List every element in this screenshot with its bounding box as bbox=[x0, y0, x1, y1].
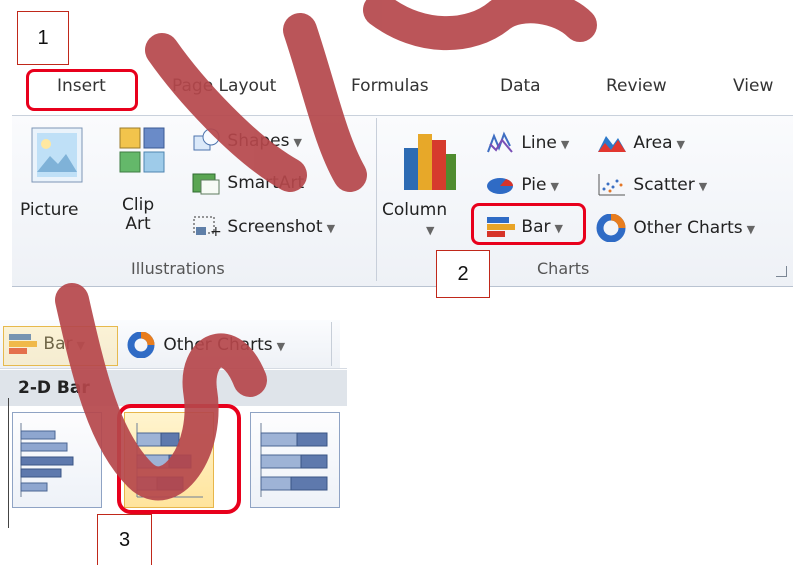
tab-view[interactable]: View bbox=[733, 76, 773, 96]
shapes-label: Shapes bbox=[227, 131, 290, 151]
tab-page-layout[interactable]: Page Layout bbox=[172, 76, 276, 96]
screenshot-icon: + bbox=[193, 216, 222, 240]
dropdown-other-charts-label: Other Charts bbox=[163, 335, 273, 355]
picture-icon bbox=[31, 127, 83, 183]
chevron-down-icon: ▼ bbox=[676, 138, 685, 151]
doughnut-chart-icon bbox=[127, 331, 155, 359]
pie-label: Pie bbox=[521, 175, 547, 195]
tab-formulas[interactable]: Formulas bbox=[351, 76, 429, 96]
percent-stacked-bar-option[interactable] bbox=[250, 412, 340, 508]
smartart-button[interactable]: SmartArt bbox=[192, 170, 304, 196]
other-charts-button[interactable]: Other Charts ▼ bbox=[596, 213, 756, 243]
line-button[interactable]: Line ▼ bbox=[486, 130, 569, 156]
picture-label: Picture bbox=[20, 200, 79, 220]
charts-group-label: Charts bbox=[537, 259, 590, 278]
chevron-down-icon: ▼ bbox=[426, 224, 435, 237]
clustered-bar-icon bbox=[20, 423, 74, 497]
tab-data[interactable]: Data bbox=[500, 76, 541, 96]
other-charts-label: Other Charts bbox=[633, 218, 743, 238]
chevron-down-icon: ▼ bbox=[554, 222, 563, 235]
smartart-icon bbox=[192, 173, 220, 195]
svg-text:+: + bbox=[210, 224, 222, 240]
gallery-section-title: 2-D Bar bbox=[18, 378, 90, 398]
clip-art-label-line2: Art bbox=[125, 214, 151, 234]
step-2-label: 2 bbox=[436, 250, 490, 298]
chevron-down-icon: ▼ bbox=[326, 222, 336, 235]
dialog-launcher-icon[interactable] bbox=[776, 266, 787, 277]
clip-art-icon bbox=[119, 127, 165, 173]
area-label: Area bbox=[633, 133, 673, 153]
screenshot-button[interactable]: + Screenshot ▼ bbox=[192, 214, 335, 240]
chevron-down-icon: ▼ bbox=[698, 180, 708, 193]
chevron-down-icon: ▼ bbox=[560, 138, 570, 151]
scatter-label: Scatter bbox=[633, 175, 695, 195]
clip-art-label: Clip Art bbox=[122, 196, 154, 234]
chevron-down-icon: ▼ bbox=[746, 223, 756, 236]
group-separator bbox=[376, 118, 377, 281]
column-chart-icon bbox=[404, 134, 456, 190]
smartart-label: SmartArt bbox=[227, 173, 305, 193]
clustered-bar-option[interactable] bbox=[12, 412, 102, 508]
insert-tab-highlight bbox=[26, 69, 138, 111]
illustrations-group-label: Illustrations bbox=[131, 259, 225, 278]
clip-art-label-line1: Clip bbox=[122, 195, 155, 215]
watermark-stroke-4 bbox=[363, 0, 597, 51]
step-3-label: 3 bbox=[97, 514, 152, 565]
scatter-chart-icon bbox=[598, 174, 625, 196]
area-button[interactable]: Area ▼ bbox=[596, 130, 685, 156]
area-chart-icon bbox=[598, 136, 626, 152]
scatter-button[interactable]: Scatter ▼ bbox=[596, 172, 707, 198]
clip-art-button[interactable] bbox=[118, 124, 170, 180]
line-label: Line bbox=[521, 133, 557, 153]
pie-button[interactable]: Pie ▼ bbox=[486, 172, 559, 198]
stacked-bar-highlight bbox=[117, 404, 241, 514]
step-1-label: 1 bbox=[17, 11, 69, 65]
column-button[interactable] bbox=[398, 124, 460, 194]
picture-button[interactable] bbox=[24, 124, 92, 196]
chevron-down-icon: ▼ bbox=[276, 340, 286, 353]
bar-chart-icon bbox=[487, 217, 515, 237]
shapes-button[interactable]: Shapes ▼ bbox=[192, 128, 302, 154]
dropdown-bar-pressed bbox=[3, 326, 118, 366]
dropdown-other-charts-button[interactable]: Other Charts ▼ bbox=[126, 331, 286, 359]
tab-review[interactable]: Review bbox=[606, 76, 667, 96]
chevron-down-icon: ▼ bbox=[550, 180, 559, 193]
bar-label: Bar bbox=[521, 217, 551, 237]
pie-chart-icon bbox=[487, 178, 513, 194]
shapes-icon bbox=[193, 128, 220, 151]
screenshot-label: Screenshot bbox=[227, 217, 323, 237]
bar-button[interactable]: Bar ▼ bbox=[486, 214, 563, 240]
gallery-left-edge bbox=[8, 398, 9, 528]
chevron-down-icon: ▼ bbox=[293, 136, 302, 149]
column-label: Column bbox=[382, 200, 448, 220]
toolbar-divider bbox=[331, 322, 332, 366]
line-chart-icon bbox=[487, 131, 513, 153]
doughnut-chart-icon bbox=[596, 213, 626, 243]
percent-stacked-bar-icon bbox=[260, 423, 328, 497]
